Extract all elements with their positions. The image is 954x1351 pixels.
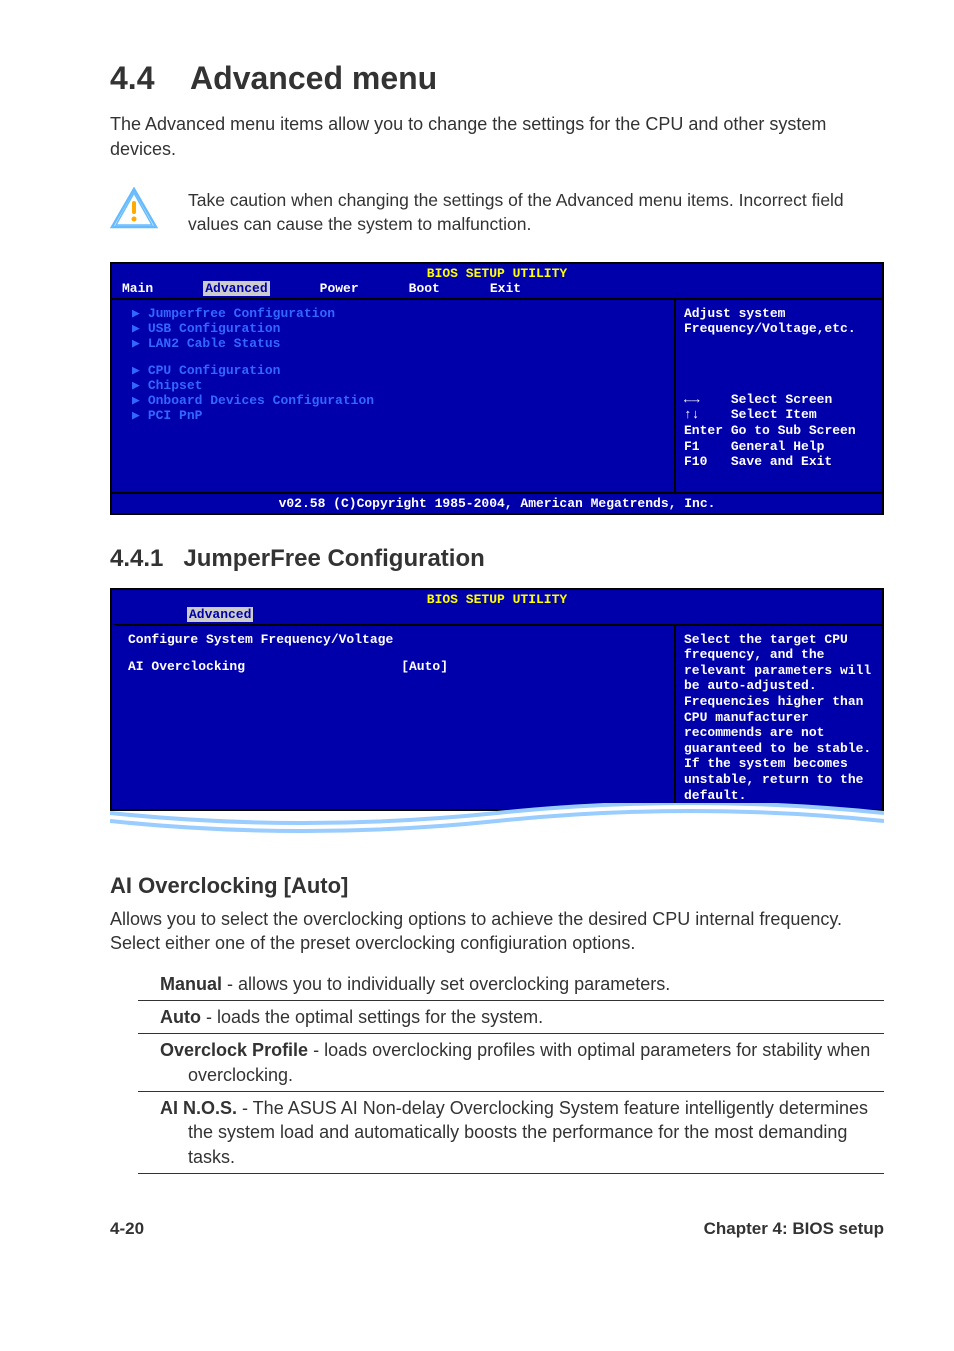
option-ai-nos: AI N.O.S. - The ASUS AI Non-delay Overcl… [138,1092,884,1174]
option-auto: Auto - loads the optimal settings for th… [138,1001,884,1034]
section-number: 4.4 [110,60,154,96]
bios-menu-advanced: Advanced [187,607,253,622]
intro-paragraph: The Advanced menu items allow you to cha… [110,112,884,162]
section-heading: 4.4 Advanced menu [110,60,884,97]
bios-key-hints: ←→ Select Screen ↑↓ Select Item Enter Go… [684,392,874,470]
bios-left-pane: Configure System Frequency/Voltage AI Ov… [112,624,676,810]
bios-item: ▶Chipset [132,378,664,393]
option-overclock-profile: Overclock Profile - loads overclocking p… [138,1034,884,1092]
torn-edge-effect [110,803,884,843]
bios-right-pane: Adjust system Frequency/Voltage,etc. ←→ … [676,298,882,492]
subsection-title: JumperFree Configuration [183,545,484,572]
bios-item: ▶LAN2 Cable Status [132,336,664,351]
bios-screenshot-advanced: BIOS SETUP UTILITY Main Advanced Power B… [110,262,884,515]
bios-right-pane: Select the target CPU frequency, and the… [676,624,882,810]
arrow-icon: ▶ [132,363,140,378]
bios-footer: v02.58 (C)Copyright 1985-2004, American … [112,492,882,513]
bios-setting-row: AI Overclocking [Auto] [128,659,448,674]
subsection-number: 4.4.1 [110,545,163,572]
bios-screenshot-jumperfree: BIOS SETUP UTILITY Advanced Configure Sy… [110,588,884,812]
bios-title: BIOS SETUP UTILITY [112,264,882,281]
caution-block: Take caution when changing the settings … [110,187,884,236]
bios-config-heading: Configure System Frequency/Voltage [128,632,664,647]
arrow-icon: ▶ [132,408,140,423]
ai-overclocking-heading: AI Overclocking [Auto] [110,873,884,899]
chapter-label: Chapter 4: BIOS setup [704,1219,884,1239]
option-manual: Manual - allows you to individually set … [138,968,884,1001]
bios-item: ▶PCI PnP [132,408,664,423]
arrow-icon: ▶ [132,306,140,321]
bios-menu-boot: Boot [409,281,440,296]
ai-overclocking-paragraph: Allows you to select the overclocking op… [110,907,884,956]
bios-left-pane: ▶Jumperfree Configuration ▶USB Configura… [112,298,676,492]
bios-help-text: Adjust system Frequency/Voltage,etc. [684,306,874,337]
bios-item: ▶Jumperfree Configuration [132,306,664,321]
bios-item: ▶USB Configuration [132,321,664,336]
section-title: Advanced menu [190,60,437,96]
page-footer: 4-20 Chapter 4: BIOS setup [110,1219,884,1239]
page-number: 4-20 [110,1219,144,1239]
caution-text: Take caution when changing the settings … [188,187,884,236]
subsection-heading: 4.4.1 JumperFree Configuration [110,545,884,573]
arrow-icon: ▶ [132,393,140,408]
bios-menu-main: Main [122,281,153,296]
bios-menubar: Main Advanced Power Boot Exit [112,281,882,298]
bios-menubar: Advanced [112,607,882,624]
bios-setting-value: [Auto] [401,659,448,674]
bios-item: ▶CPU Configuration [132,363,664,378]
bios-menu-power: Power [320,281,359,296]
bios-title: BIOS SETUP UTILITY [112,590,882,607]
arrow-icon: ▶ [132,336,140,351]
bios-item: ▶Onboard Devices Configuration [132,393,664,408]
arrow-icon: ▶ [132,378,140,393]
bios-help-text: Select the target CPU frequency, and the… [684,632,874,804]
bios-menu-advanced: Advanced [203,281,269,296]
caution-icon [110,187,158,229]
bios-setting-label: AI Overclocking [128,659,245,674]
arrow-icon: ▶ [132,321,140,336]
bios-menu-exit: Exit [490,281,521,296]
